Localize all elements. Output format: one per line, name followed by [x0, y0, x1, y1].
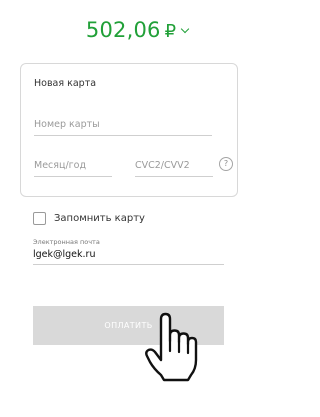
expiry-placeholder: Месяц/год [34, 160, 87, 171]
email-field[interactable]: Электронная почта lgek@lgek.ru [33, 238, 224, 265]
email-label: Электронная почта [33, 238, 100, 246]
chevron-down-icon[interactable] [180, 24, 190, 34]
cvc-field[interactable]: CVC2/CVV2 [135, 160, 213, 177]
expiry-field[interactable]: Месяц/год [34, 160, 112, 177]
hand-cursor-icon [145, 312, 198, 382]
remember-card-checkbox[interactable] [33, 212, 46, 225]
remember-card-label: Запомнить карту [54, 213, 145, 224]
payment-amount[interactable]: 502,06 ₽ [0, 18, 274, 42]
cvc-placeholder: CVC2/CVV2 [135, 160, 190, 171]
remember-card-row[interactable]: Запомнить карту [33, 212, 145, 225]
help-icon[interactable]: ? [219, 157, 233, 171]
new-card-form: Новая карта Номер карты Месяц/год CVC2/C… [20, 63, 238, 197]
currency-symbol: ₽ [164, 21, 177, 42]
card-number-field[interactable]: Номер карты [34, 119, 212, 136]
card-number-placeholder: Номер карты [34, 119, 100, 130]
email-value: lgek@lgek.ru [33, 249, 96, 260]
card-form-title: Новая карта [34, 78, 97, 89]
amount-value: 502,06 [85, 18, 161, 42]
